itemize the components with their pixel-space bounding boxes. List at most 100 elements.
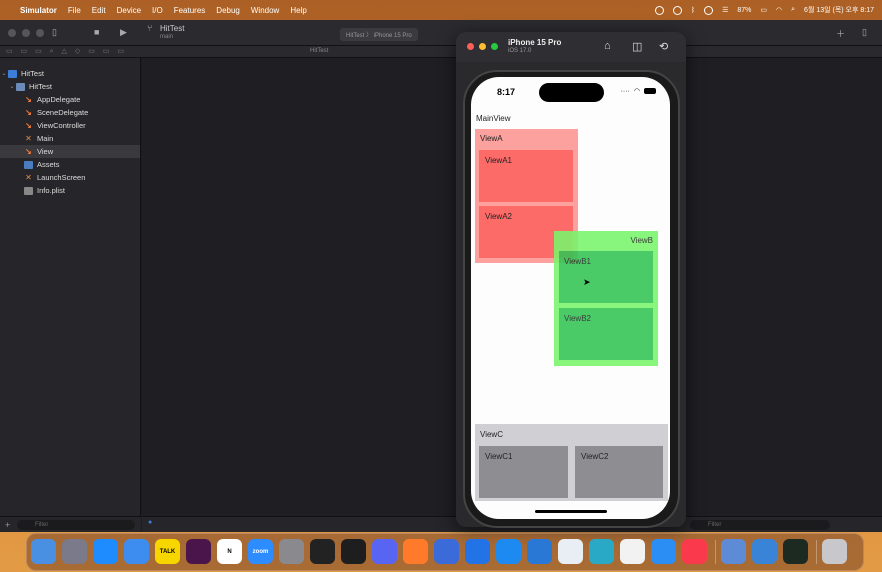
xcode-window: ▯ ■ ▶ ⑂ HitTest main HitTest 〉 iPhone 15… [0, 20, 882, 532]
view-c[interactable]: ViewC ViewC1 ViewC2 [475, 424, 668, 501]
status-item-icon[interactable] [672, 5, 682, 15]
navigator-item-view[interactable]: ↘ View [0, 145, 140, 158]
dock-separator [715, 540, 716, 564]
navigator-item-folder[interactable]: ⌄ HitTest [0, 80, 140, 93]
wifi-icon[interactable]: ◠ [776, 6, 782, 14]
dynamic-island [539, 83, 604, 102]
battery-icon[interactable]: ▭ [760, 6, 767, 14]
navigator-item-project[interactable]: ⌄ HitTest [0, 67, 140, 80]
menu-device[interactable]: Device [117, 6, 141, 15]
storyboard-file-icon: ✕ [25, 133, 32, 143]
editor-filter-input[interactable]: Filter [690, 520, 830, 530]
project-name: HitTest [160, 24, 185, 33]
add-icon[interactable]: ＋ [836, 27, 845, 40]
discord-icon[interactable] [372, 539, 397, 564]
zoom-icon[interactable]: zoom [248, 539, 273, 564]
navigator-filter-input[interactable]: Filter [17, 520, 135, 530]
breakpoint-icon[interactable]: ● [148, 519, 152, 526]
system-settings-icon[interactable] [279, 539, 304, 564]
dock: TALK Nzoom [26, 533, 864, 571]
bluetooth-icon[interactable]: ᛒ [691, 7, 695, 14]
screenshot-icon[interactable]: ◫ [632, 40, 642, 53]
terminal-icon[interactable] [310, 539, 335, 564]
menu-window[interactable]: Window [251, 6, 279, 15]
zoom-button[interactable] [36, 29, 44, 37]
add-file-icon[interactable]: + [5, 520, 10, 530]
iphone-screen[interactable]: 8:17 ···· ◠ MainView ViewA ViewA1 ViewA2… [471, 77, 670, 519]
navigator-item-appdelegate[interactable]: ↘ AppDelegate [0, 93, 140, 106]
sidebar-toggle-icon[interactable]: ▯ [52, 27, 57, 38]
run-icon[interactable]: ▶ [120, 27, 127, 38]
swift-bird-icon[interactable] [589, 539, 614, 564]
menu-features[interactable]: Features [174, 6, 206, 15]
navigator-item-label: ViewController [37, 121, 86, 130]
zoom-button[interactable] [491, 43, 498, 50]
menu-simulator[interactable]: Simulator [20, 6, 57, 15]
signal-icon: ···· [620, 87, 630, 95]
app-store-connect-icon[interactable] [496, 539, 521, 564]
activity-monitor-icon[interactable] [783, 539, 808, 564]
mail-icon[interactable] [124, 539, 149, 564]
menu-file[interactable]: File [68, 6, 81, 15]
figma-icon[interactable] [341, 539, 366, 564]
menu-debug[interactable]: Debug [216, 6, 240, 15]
play-icon[interactable] [704, 5, 714, 15]
navigator-item-viewcontroller[interactable]: ↘ ViewController [0, 119, 140, 132]
preview-icon[interactable] [721, 539, 746, 564]
view-a1[interactable]: ViewA1 [479, 150, 573, 202]
disclosure-icon[interactable]: ⌄ [8, 83, 16, 90]
simulator-icon[interactable] [752, 539, 777, 564]
device-name: iPhone 15 Pro [508, 38, 562, 47]
navigator-item-launchscreen[interactable]: ✕ LaunchScreen [0, 171, 140, 184]
navigator-item-label: HitTest [29, 82, 52, 91]
disclosure-icon[interactable]: ⌄ [0, 70, 8, 77]
view-b2[interactable]: ViewB2 [559, 308, 653, 360]
navigator-icons[interactable]: ▭ ▭ ▭ ⌕ △ ◇ ▭ ▭ ▭ [6, 47, 127, 56]
stop-icon[interactable]: ■ [94, 27, 99, 37]
control-center-icon[interactable]: ☰ [722, 6, 728, 14]
minimize-button[interactable] [22, 29, 30, 37]
jump-bar[interactable]: HitTest [310, 48, 328, 54]
menu-io[interactable]: I/O [152, 6, 163, 15]
kakaotalk-icon[interactable]: TALK [155, 539, 180, 564]
launchpad-icon[interactable] [62, 539, 87, 564]
view-c1[interactable]: ViewC1 [479, 446, 568, 498]
slack-icon[interactable] [186, 539, 211, 564]
clock[interactable]: 6월 13일 (목) 오후 8:17 [804, 5, 874, 15]
navigator-item-main[interactable]: ✕ Main [0, 132, 140, 145]
xcode-icon[interactable] [527, 539, 552, 564]
rotate-icon[interactable]: ⟲ [659, 40, 668, 53]
scheme-selector[interactable]: HitTest 〉 iPhone 15 Pro [340, 28, 418, 41]
menu-edit[interactable]: Edit [92, 6, 106, 15]
proxyman-icon[interactable] [558, 539, 583, 564]
close-button[interactable] [467, 43, 474, 50]
search-icon[interactable]: ⌕ [791, 6, 795, 14]
navigator-item-infoplist[interactable]: Info.plist [0, 184, 140, 197]
notion-icon[interactable]: N [217, 539, 242, 564]
finder-icon[interactable] [31, 539, 56, 564]
view-c2[interactable]: ViewC2 [575, 446, 663, 498]
branch-name: main [160, 34, 174, 40]
navigator-item-assets[interactable]: Assets [0, 158, 140, 171]
menu-help[interactable]: Help [290, 6, 306, 15]
pencil-app-icon[interactable] [403, 539, 428, 564]
view-b[interactable]: ViewB ViewB1 ViewB2 [554, 231, 658, 366]
safari-icon[interactable] [651, 539, 676, 564]
fork-icon[interactable] [434, 539, 459, 564]
music-icon[interactable] [682, 539, 707, 564]
storyboard-file-icon: ✕ [25, 172, 32, 182]
navigator-tab-bar: ▭ ▭ ▭ ⌕ △ ◇ ▭ ▭ ▭ HitTest [0, 46, 882, 58]
home-icon[interactable]: ⌂ [604, 40, 611, 52]
trash-icon[interactable] [822, 539, 847, 564]
close-button[interactable] [8, 29, 16, 37]
minimize-button[interactable] [479, 43, 486, 50]
inspector-toggle-icon[interactable]: ▯ [862, 27, 867, 38]
navigator-item-scenedelegate[interactable]: ↘ SceneDelegate [0, 106, 140, 119]
maps-pin-icon[interactable] [465, 539, 490, 564]
view-b1[interactable]: ViewB1 [559, 251, 653, 303]
status-item-icon[interactable] [654, 5, 664, 15]
vscode-icon[interactable] [620, 539, 645, 564]
app-store-icon[interactable] [93, 539, 118, 564]
menu-bar-extras: ᛒ ☰ 87% ▭ ◠ ⌕ 6월 13일 (목) 오후 8:17 [654, 0, 874, 20]
home-indicator[interactable] [535, 510, 607, 513]
